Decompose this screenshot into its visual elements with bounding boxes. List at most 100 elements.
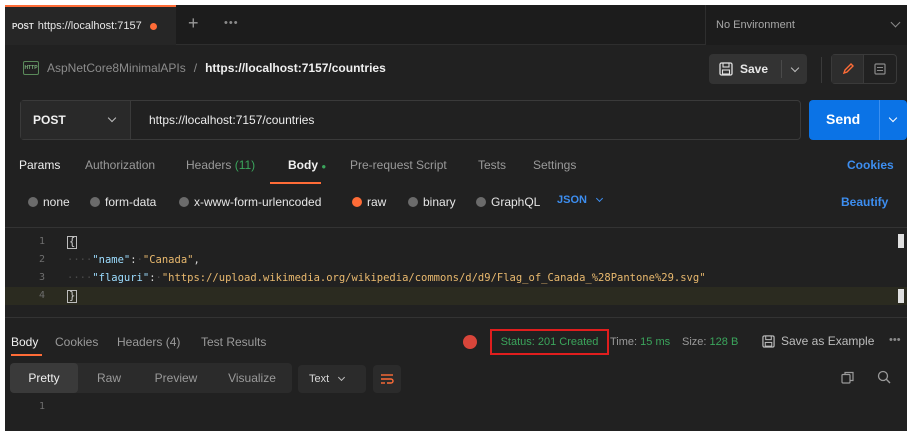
search-icon[interactable] [877,370,891,384]
beautify-link[interactable]: Beautify [841,195,888,209]
code-text: ····"flaguri":·"https://upload.wikimedia… [67,272,706,284]
body-type-label: form-data [105,195,157,209]
response-tab-cookies[interactable]: Cookies [55,335,98,349]
response-header: Body Cookies Headers (4) Test Results St… [5,317,907,363]
body-type-graphql[interactable]: GraphQL [476,194,540,210]
view-preview[interactable]: Preview [140,363,212,393]
radio-icon [179,197,189,207]
tab-headers[interactable]: Headers (11) [186,158,255,172]
size-label: Size: [682,336,707,348]
tab-method: POST [12,21,34,31]
new-tab-icon[interactable]: + [188,14,199,32]
radio-selected-icon [352,197,362,207]
copy-icon[interactable] [841,371,854,384]
radio-icon [90,197,100,207]
body-type-label: GraphQL [491,195,541,209]
wrap-lines-button[interactable] [373,365,401,393]
line-number: 1 [38,236,46,247]
view-raw[interactable]: Raw [78,363,140,393]
tab-body-indicator: ● [321,162,327,171]
view-visualize[interactable]: Visualize [212,363,292,393]
tab-tests[interactable]: Tests [478,158,506,172]
environment-label: No Environment [716,19,795,31]
code-text: } [67,290,78,303]
chevron-down-icon [595,194,604,203]
documentation-button[interactable] [864,55,896,83]
response-line-number: 1 [39,401,46,412]
response-tab-body[interactable]: Body [11,335,38,349]
body-type-form-data[interactable]: form-data [90,194,156,210]
body-type-none[interactable]: none [28,194,70,210]
tab-headers-label: Headers [186,158,232,172]
body-type-label: x-www-form-urlencoded [194,195,322,209]
text-cursor [898,289,904,303]
json-value: "https://upload.wikimedia.org/wikipedia/… [161,272,706,284]
body-type-binary[interactable]: binary [408,194,456,210]
code-text: { [67,236,78,249]
scrollbar-marker [898,234,904,248]
tab-settings[interactable]: Settings [533,158,576,172]
radio-icon [476,197,486,207]
response-format-label: Text [309,373,330,385]
status-badge[interactable]: Status: 201 Created [501,336,599,348]
breadcrumb-request[interactable]: https://localhost:7157/countries [205,61,386,75]
response-tab-headers-label: Headers [117,335,163,349]
view-mode-group: Pretty Raw Preview Visualize [10,363,292,393]
http-request-icon: HTTP [23,61,39,75]
json-key: "flaguri" [92,272,150,284]
radio-icon [28,197,38,207]
tab-bar: POST https://localhost:7157 + ••• No Env… [5,5,907,45]
response-format-select[interactable]: Text [298,365,366,393]
edit-button[interactable] [832,55,865,83]
method-select[interactable]: POST [21,101,131,139]
json-comma: , [193,254,200,266]
response-tab-test-results[interactable]: Test Results [201,335,266,349]
breadcrumb-separator: / [193,61,198,75]
body-format-select[interactable]: JSON [557,194,604,206]
code-line: 1 { [5,233,907,251]
save-icon [762,334,775,348]
response-time[interactable]: Time: 15 ms [610,336,670,348]
environment-select[interactable]: No Environment [705,5,907,45]
chevron-down-icon[interactable] [888,113,898,123]
more-tabs-icon[interactable]: ••• [224,17,239,29]
request-body-editor[interactable]: 1 { 2 ····"name":·"Canada", 3 ····"flagu… [5,227,907,317]
cookies-link[interactable]: Cookies [847,158,894,172]
tab-authorization[interactable]: Authorization [85,158,155,172]
chevron-down-icon [890,17,901,28]
tab-headers-count: (11) [234,158,256,172]
chevron-down-icon [338,373,346,382]
tab-body[interactable]: Body ● [288,158,326,172]
postman-window: POST https://localhost:7157 + ••• No Env… [5,5,907,431]
radio-icon [408,197,418,207]
line-number: 4 [38,290,46,301]
response-tab-underline [11,354,42,356]
body-type-raw[interactable]: raw [352,194,386,210]
url-bar: POST https://localhost:7157/countries [20,100,801,140]
body-type-urlencoded[interactable]: x-www-form-urlencoded [179,194,321,210]
open-brace: { [67,236,78,249]
save-button[interactable]: Save [709,54,807,84]
code-line: 3 ····"flaguri":·"https://upload.wikimed… [5,269,907,287]
more-options-icon[interactable]: ••• [889,334,901,346]
view-mode-bar: Pretty Raw Preview Visualize [10,363,310,393]
globe-icon[interactable] [463,335,477,349]
time-value: 15 ms [640,336,671,348]
close-brace: } [67,290,78,303]
view-pretty[interactable]: Pretty [10,363,78,393]
tab-params[interactable]: Params [19,158,60,172]
request-tab[interactable]: POST https://localhost:7157 [5,5,176,45]
url-input[interactable]: https://localhost:7157/countries [149,113,314,127]
tab-pre-request-script[interactable]: Pre-request Script [350,158,447,172]
body-type-label: binary [423,195,456,209]
response-size[interactable]: Size: 128 B [682,336,738,348]
body-type-label: none [43,195,70,209]
send-button[interactable]: Send [809,100,907,140]
active-tab-underline [270,182,321,184]
save-as-example-button[interactable]: Save as Example [762,334,874,348]
line-number: 3 [38,272,46,283]
breadcrumb-collection[interactable]: AspNetCore8MinimalAPIs [47,61,186,75]
response-tab-headers[interactable]: Headers (4) [117,335,180,349]
chevron-down-icon[interactable] [790,63,800,73]
chevron-down-icon [107,113,117,123]
